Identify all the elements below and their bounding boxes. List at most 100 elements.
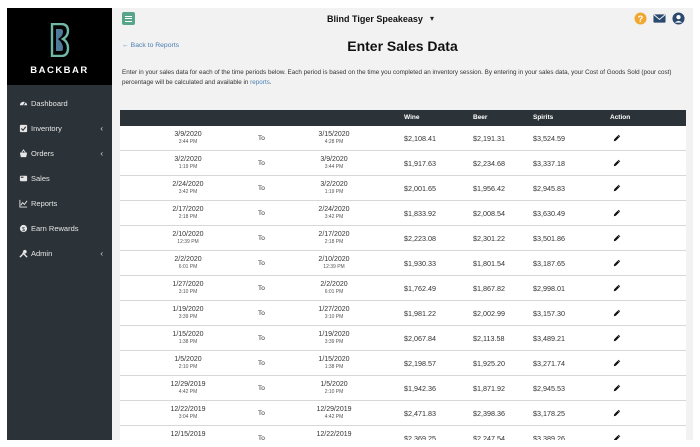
edit-pencil-icon[interactable] xyxy=(613,234,621,242)
start-date: 12/15/2019 xyxy=(170,431,206,438)
end-date: 2/17/2020 xyxy=(318,231,350,238)
start-time: 3:44 PM xyxy=(178,139,198,145)
hamburger-menu-button[interactable] xyxy=(122,12,135,25)
edit-pencil-icon[interactable] xyxy=(613,359,621,367)
end-date: 3/9/2020 xyxy=(320,156,348,163)
start-date: 2/24/2020 xyxy=(172,181,204,188)
end-time: 4:28 PM xyxy=(324,139,344,145)
table-row: 1/19/2020 3:39 PM To 1/27/2020 3:10 PM $1,981… xyxy=(120,301,686,326)
brand-name: BACKBAR xyxy=(30,65,89,76)
sidebar-item-orders[interactable]: Orders ‹ xyxy=(7,141,112,166)
edit-pencil-icon[interactable] xyxy=(613,384,621,392)
to-label: To xyxy=(258,335,265,342)
venue-selector[interactable]: Blind Tiger Speakeasy xyxy=(327,14,423,24)
to-label: To xyxy=(258,385,265,392)
logo-area[interactable]: BACKBAR xyxy=(7,8,112,85)
to-label: To xyxy=(258,210,265,217)
top-icons: ? xyxy=(634,12,685,25)
caret-down-icon[interactable]: ▾ xyxy=(430,14,434,23)
sidebar-item-dashboard[interactable]: Dashboard xyxy=(7,91,112,116)
description-end: . xyxy=(269,79,272,86)
end-datetime: 1/27/2020 3:10 PM xyxy=(304,305,364,321)
spirits-sales: $3,501.86 xyxy=(533,234,565,243)
sidebar-item-admin[interactable]: Admin ‹ xyxy=(7,241,112,266)
sidebar-item-sales[interactable]: Sales xyxy=(7,166,112,191)
sidebar-nav: Dashboard Inventory ‹ Orders ‹ Sales Reports $ E… xyxy=(7,91,112,266)
start-date: 12/22/2019 xyxy=(170,406,206,413)
edit-pencil-icon[interactable] xyxy=(613,259,621,267)
beer-sales: $2,113.58 xyxy=(473,334,505,343)
edit-pencil-icon[interactable] xyxy=(613,409,621,417)
spirits-sales: $3,489.21 xyxy=(533,334,565,343)
beer-sales: $1,871.92 xyxy=(473,384,505,393)
beer-sales: $1,867.82 xyxy=(473,284,505,293)
start-date: 1/19/2020 xyxy=(172,306,204,313)
wine-sales: $2,223.08 xyxy=(404,234,436,243)
edit-pencil-icon[interactable] xyxy=(613,334,621,342)
start-time: 12:39 PM xyxy=(177,239,199,245)
start-time: 4:42 PM xyxy=(178,389,198,395)
svg-text:?: ? xyxy=(638,14,644,24)
sidebar-item-label: Sales xyxy=(31,174,50,183)
start-date: 12/29/2019 xyxy=(170,381,206,388)
to-label: To xyxy=(258,185,265,192)
orders-icon xyxy=(19,149,28,158)
sidebar-item-label: Reports xyxy=(31,199,58,208)
beer-sales: $2,234.68 xyxy=(473,159,505,168)
top-bar: Blind Tiger Speakeasy ▾ ? xyxy=(112,8,693,30)
mail-icon[interactable] xyxy=(653,12,666,25)
start-date: 3/9/2020 xyxy=(174,131,202,138)
wine-sales: $1,942.36 xyxy=(404,384,436,393)
edit-pencil-icon[interactable] xyxy=(613,159,621,167)
start-date: 3/2/2020 xyxy=(174,156,202,163)
edit-pencil-icon[interactable] xyxy=(613,309,621,317)
user-account-icon[interactable] xyxy=(672,12,685,25)
end-date: 12/29/2019 xyxy=(316,406,352,413)
sidebar: BACKBAR Dashboard Inventory ‹ Orders ‹ Sales R… xyxy=(7,8,112,440)
end-datetime: 2/24/2020 3:42 PM xyxy=(304,205,364,221)
end-date: 1/15/2020 xyxy=(318,356,350,363)
help-icon[interactable]: ? xyxy=(634,12,647,25)
start-datetime: 12/15/2019 xyxy=(158,430,218,439)
reports-link[interactable]: reports xyxy=(250,79,270,86)
edit-pencil-icon[interactable] xyxy=(613,184,621,192)
beer-sales: $2,002.99 xyxy=(473,309,505,318)
to-label: To xyxy=(258,410,265,417)
header-action: Action xyxy=(610,114,631,121)
description-text: Enter in your sales data for each of the… xyxy=(122,69,672,86)
chevron-left-icon[interactable]: ‹ xyxy=(100,149,103,158)
start-date: 2/10/2020 xyxy=(172,231,204,238)
spirits-sales: $3,271.74 xyxy=(533,359,565,368)
start-datetime: 2/2/2020 6:01 PM xyxy=(158,255,218,271)
end-time: 3:39 PM xyxy=(324,339,344,345)
to-label: To xyxy=(258,360,265,367)
header-beer: Beer xyxy=(473,114,488,121)
edit-pencil-icon[interactable] xyxy=(613,284,621,292)
chevron-left-icon[interactable]: ‹ xyxy=(100,249,103,258)
start-time: 2:10 PM xyxy=(178,364,198,370)
end-date: 2/24/2020 xyxy=(318,206,350,213)
start-datetime: 3/2/2020 1:19 PM xyxy=(158,155,218,171)
sidebar-item-reports[interactable]: Reports xyxy=(7,191,112,216)
start-time: 3:39 PM xyxy=(178,314,198,320)
sidebar-item-earn-rewards[interactable]: $ Earn Rewards xyxy=(7,216,112,241)
edit-pencil-icon[interactable] xyxy=(613,209,621,217)
spirits-sales: $3,524.59 xyxy=(533,134,565,143)
end-date: 12/22/2019 xyxy=(316,431,352,438)
beer-sales: $1,956.42 xyxy=(473,184,505,193)
chevron-left-icon[interactable]: ‹ xyxy=(100,124,103,133)
beer-sales: $2,247.54 xyxy=(473,434,505,440)
edit-pencil-icon[interactable] xyxy=(613,434,621,440)
beer-sales: $1,801.54 xyxy=(473,259,505,268)
wine-sales: $1,833.92 xyxy=(404,209,436,218)
to-label: To xyxy=(258,435,265,440)
end-time: 3:44 PM xyxy=(324,164,344,170)
end-time: 12:39 PM xyxy=(323,264,345,270)
table-row: 12/15/2019 To 12/22/2019 $2,369.25 $2,247.54… xyxy=(120,426,686,440)
end-datetime: 2/17/2020 2:18 PM xyxy=(304,230,364,246)
beer-sales: $2,301.22 xyxy=(473,234,505,243)
edit-pencil-icon[interactable] xyxy=(613,134,621,142)
start-time: 3:42 PM xyxy=(178,189,198,195)
sidebar-item-inventory[interactable]: Inventory ‹ xyxy=(7,116,112,141)
spirits-sales: $3,187.65 xyxy=(533,259,565,268)
